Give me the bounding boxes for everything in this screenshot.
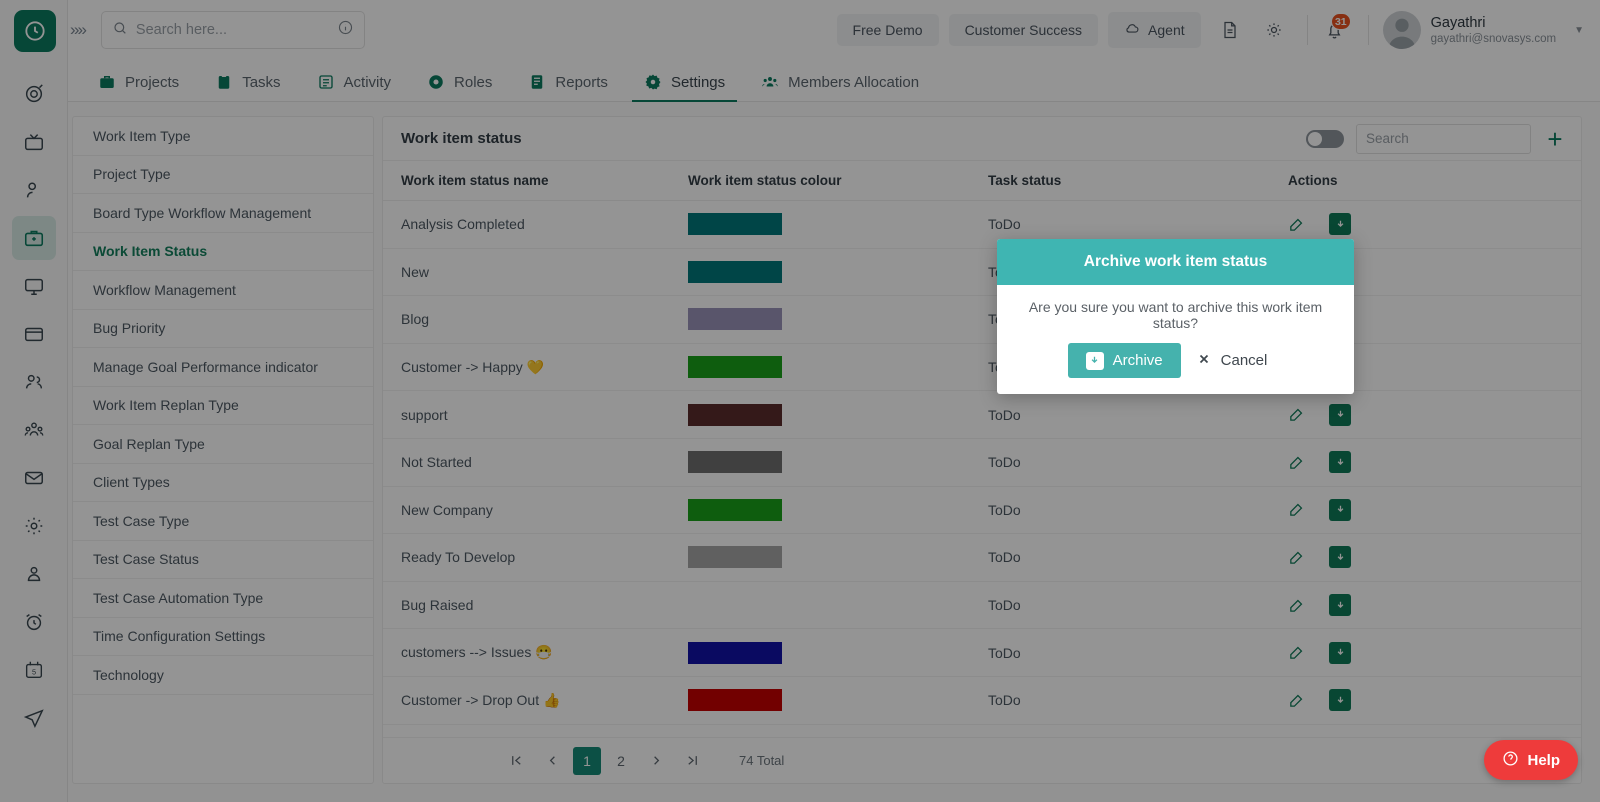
modal-overlay[interactable] — [0, 0, 1600, 802]
cancel-button[interactable]: Cancel — [1180, 343, 1284, 378]
app-root: 5 »» Search here... Free Demo Customer S… — [0, 0, 1600, 802]
archive-confirm-button[interactable]: Archive — [1067, 343, 1181, 378]
archive-confirm-dialog: Archive work item status Are you sure yo… — [997, 239, 1354, 394]
dialog-actions: Archive Cancel — [1007, 331, 1344, 394]
close-x-icon — [1197, 352, 1211, 370]
dialog-title: Archive work item status — [997, 239, 1354, 285]
help-label: Help — [1527, 751, 1560, 769]
cancel-label: Cancel — [1220, 352, 1268, 369]
question-circle-icon — [1502, 750, 1519, 771]
help-button[interactable]: Help — [1484, 740, 1578, 780]
archive-box-icon — [1085, 351, 1104, 370]
dialog-message: Are you sure you want to archive this wo… — [1028, 299, 1323, 331]
archive-confirm-label: Archive — [1112, 352, 1163, 369]
dialog-body: Are you sure you want to archive this wo… — [997, 285, 1354, 394]
